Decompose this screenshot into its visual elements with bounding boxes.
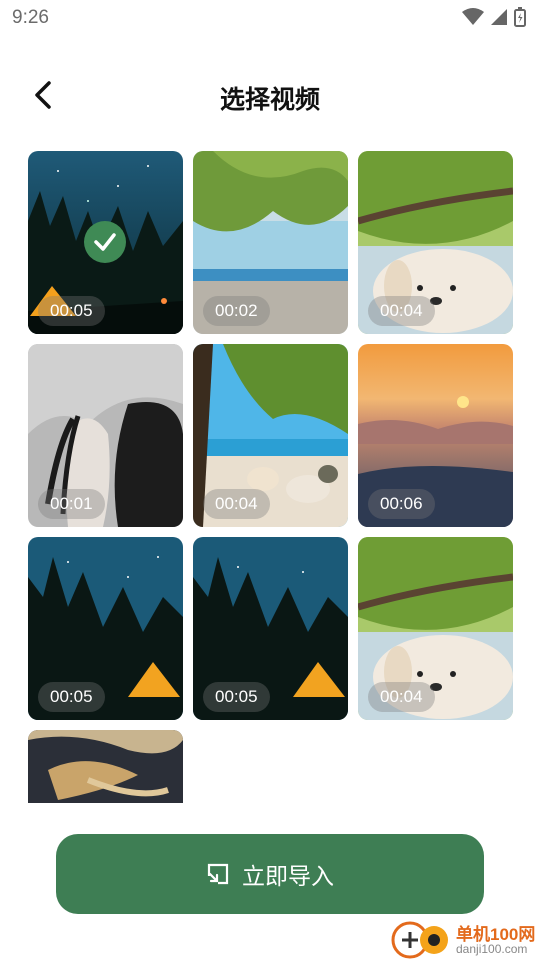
status-time: 9:26 — [12, 7, 49, 28]
video-thumbnail[interactable]: 00:02 — [193, 151, 348, 334]
selected-check-icon — [84, 221, 126, 263]
video-thumbnail[interactable]: 00:05 — [28, 151, 183, 334]
video-duration: 00:01 — [38, 489, 105, 519]
status-icons — [462, 7, 526, 27]
video-duration: 00:02 — [203, 296, 270, 326]
thumbnail-image — [28, 730, 183, 803]
watermark-logo-icon — [391, 921, 448, 959]
video-thumbnail[interactable]: 00:06 — [358, 344, 513, 527]
status-bar: 9:26 — [0, 0, 540, 36]
video-thumbnail[interactable]: 00:04 — [358, 151, 513, 334]
import-now-button[interactable]: 立即导入 — [56, 834, 484, 914]
video-thumbnail[interactable]: 00:01 — [28, 344, 183, 527]
header: 选择视频 — [0, 60, 540, 130]
video-duration: 00:05 — [203, 682, 270, 712]
wifi-icon — [462, 8, 484, 25]
page-title: 选择视频 — [219, 86, 320, 114]
video-thumbnail[interactable]: 00:05 — [28, 537, 183, 720]
battery-icon — [514, 7, 526, 27]
video-duration: 00:05 — [38, 682, 105, 712]
video-thumbnail[interactable]: 00:04 — [358, 537, 513, 720]
video-duration: 00:04 — [368, 296, 435, 326]
import-icon — [207, 863, 229, 885]
video-thumbnail[interactable]: 00:05 — [193, 537, 348, 720]
watermark: 单机100网 danji100.com — [388, 916, 540, 960]
video-thumbnail[interactable]: 00:04 — [193, 344, 348, 527]
video-grid: 00:05 00:02 00:04 00:01 00:04 00:06 00:0… — [28, 151, 514, 803]
video-duration: 00:06 — [368, 489, 435, 519]
video-duration: 00:05 — [38, 296, 105, 326]
video-thumbnail[interactable] — [28, 730, 183, 803]
watermark-subtext: danji100.com — [456, 942, 528, 956]
video-duration: 00:04 — [203, 489, 270, 519]
import-button-label: 立即导入 — [242, 863, 334, 889]
video-grid-scroll[interactable]: 00:05 00:02 00:04 00:01 00:04 00:06 00:0… — [28, 151, 514, 803]
signal-icon — [491, 9, 507, 25]
video-duration: 00:04 — [368, 682, 435, 712]
